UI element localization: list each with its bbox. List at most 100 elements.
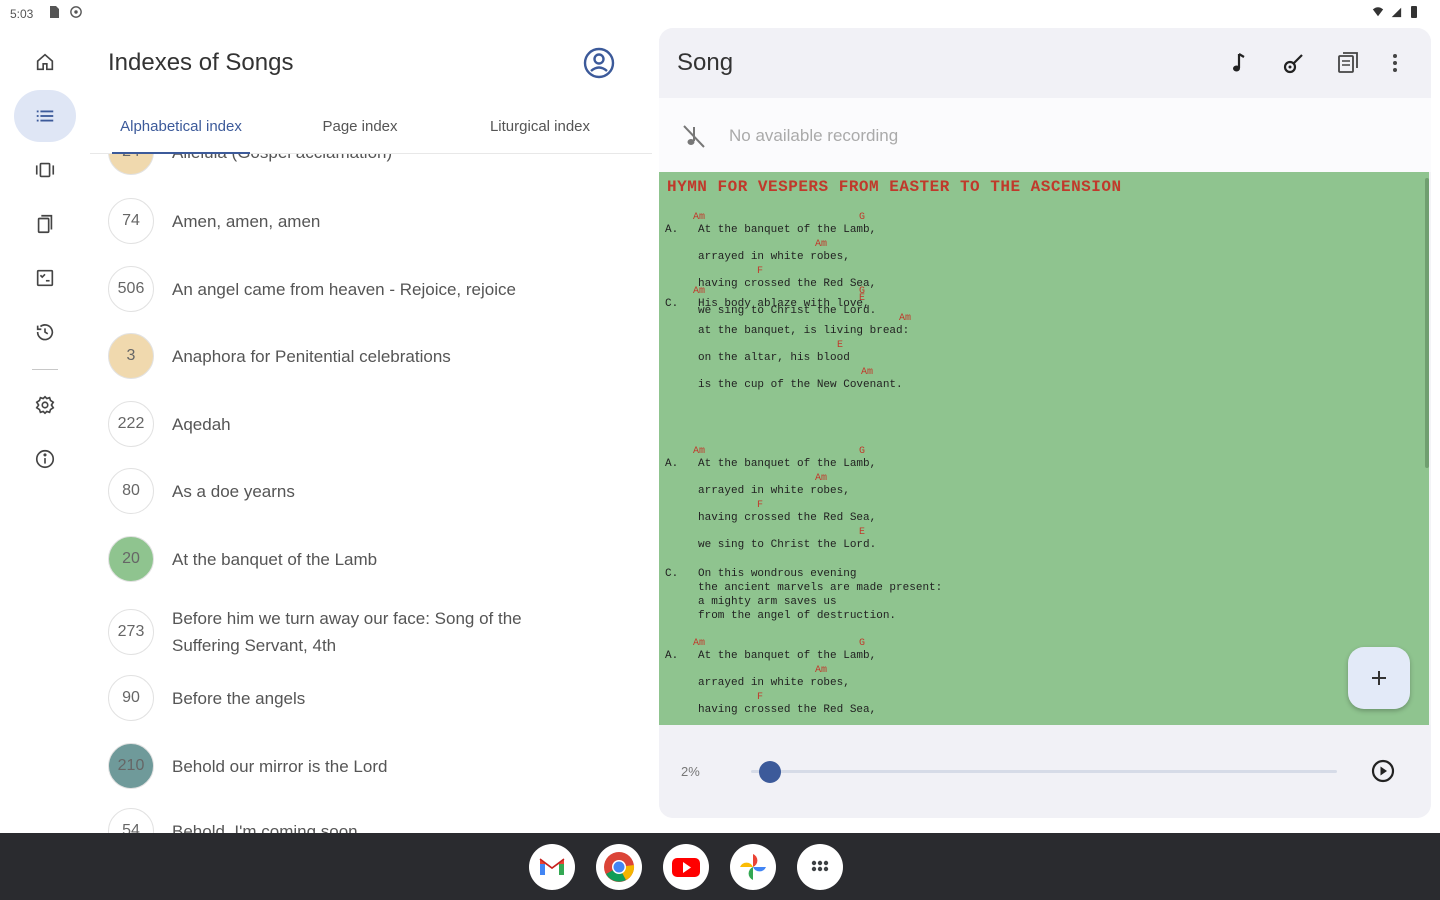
chord-label: Am [815,239,828,250]
music-note-icon[interactable] [1227,50,1253,76]
song-number-badge: 90 [108,675,154,721]
play-circle-icon[interactable] [1370,758,1396,784]
tab-alphabetical-index[interactable]: Alphabetical index [112,118,250,154]
chord-label: E [859,527,866,538]
tablet-icon[interactable] [1335,50,1361,76]
taskbar [0,833,1440,900]
song-pane-title: Song [677,49,734,76]
sheet-scrollbar[interactable] [1425,178,1429,468]
lyric-text: A. At the banquet of the Lamb, [665,224,877,236]
sheet-title: HYMN FOR VESPERS FROM EASTER TO THE ASCE… [667,178,1122,196]
song-number-badge: 506 [108,266,154,312]
lyric-text: from the angel of destruction. [665,610,897,622]
song-number-badge: 54 [108,808,154,833]
recording-bar: No available recording [659,98,1431,172]
list-item[interactable]: 24 Alleluia (Gospel acclamation) [108,154,628,175]
song-sheet[interactable]: HYMN FOR VESPERS FROM EASTER TO THE ASCE… [659,172,1429,725]
list-item[interactable]: 90 Before the angels [108,675,628,721]
chord-label: G [859,446,866,457]
guitar-icon[interactable] [1281,50,1307,76]
list-item[interactable]: 54 Behold, I'm coming soon [108,808,628,833]
song-index-pane: Indexes of Songs Alphabetical index Page… [90,28,652,833]
song-number-badge: 74 [108,198,154,244]
chord-label: Am [693,446,706,457]
song-number-badge: 210 [108,743,154,789]
youtube-app[interactable] [663,844,709,890]
lyric-text: having crossed the Red Sea, [665,704,877,716]
rail-bookmarks[interactable] [14,198,76,250]
lyric-text: at the banquet, is living bread: [665,325,910,337]
song-number-badge: 20 [108,536,154,582]
more-vert-icon[interactable] [1382,50,1408,76]
recording-status: No available recording [729,126,899,145]
page-title: Indexes of Songs [108,49,294,76]
lyric-text: A. At the banquet of the Lamb, [665,458,877,470]
list-item[interactable]: 210 Behold our mirror is the Lord [108,743,628,789]
photos-icon [740,854,766,880]
lyric-text: arrayed in white robes, [665,251,850,263]
tab-page-index[interactable]: Page index [300,118,420,154]
gmail-app[interactable] [529,844,575,890]
scroll-speed-slider[interactable] [751,761,1337,783]
info-icon [35,449,55,469]
list-item[interactable]: 222 Aqedah [108,401,628,447]
carousel-icon [35,162,55,178]
chord-label: F [757,500,764,511]
chrome-app[interactable] [596,844,642,890]
photos-app[interactable] [730,844,776,890]
list-item[interactable]: 80 As a doe yearns [108,468,628,514]
list-item[interactable]: 273 Before him we turn away our face: So… [108,605,628,659]
rail-info[interactable] [14,433,76,485]
rail-home[interactable] [14,36,76,88]
chord-label: Am [693,212,706,223]
chord-label: F [757,266,764,277]
lyric-text: having crossed the Red Sea, [665,512,877,524]
lyric-text: is the cup of the New Covenant. [665,379,903,391]
rail-settings[interactable] [14,379,76,431]
chord-label: Am [693,286,706,297]
gmail-icon [539,858,565,875]
song-title: Before the angels [172,688,306,708]
list-item[interactable]: 74 Amen, amen, amen [108,198,628,244]
lyric-text: arrayed in white robes, [665,677,850,689]
lyric-text: a mighty arm saves us [665,596,837,608]
home-icon [36,53,54,71]
add-button[interactable] [1348,647,1410,709]
checklist-icon [36,269,54,287]
chord-label: G [859,212,866,223]
sim-card-icon [50,6,59,18]
rail-checklist[interactable] [14,252,76,304]
chord-label: Am [815,665,828,676]
list-item[interactable]: 20 At the banquet of the Lamb [108,536,628,582]
settings-icon [35,395,55,415]
song-title: Behold our mirror is the Lord [172,756,388,776]
app-drawer[interactable] [797,844,843,890]
navigation-rail [0,28,90,833]
song-title: At the banquet of the Lamb [172,549,378,569]
battery-icon [1411,6,1417,18]
youtube-icon [672,858,700,877]
chord-label: Am [815,473,828,484]
slider-thumb[interactable] [758,761,781,783]
chord-label: E [837,340,844,351]
song-list[interactable]: 24 Alleluia (Gospel acclamation) 74 Amen… [90,154,652,833]
chord-label: Am [693,638,706,649]
chord-label: G [859,286,866,297]
song-title: An angel came from heaven - Rejoice, rej… [172,279,516,299]
rail-carousel[interactable] [14,144,76,196]
account-icon[interactable] [582,46,616,80]
rail-indexes[interactable] [14,90,76,142]
song-header: Song [659,28,1431,98]
list-item[interactable]: 506 An angel came from heaven - Rejoice,… [108,266,628,312]
rail-history[interactable] [14,306,76,358]
list-item[interactable]: 3 Anaphora for Penitential celebrations [108,333,628,379]
song-pane: Song No available recording HYMN FOR VES… [659,28,1431,818]
song-title: Alleluia (Gospel acclamation) [172,154,392,166]
status-bar: 5:03 [0,0,1440,28]
song-title: Amen, amen, amen [172,211,321,231]
lyric-text: A. At the banquet of the Lamb, [665,650,877,662]
tab-liturgical-index[interactable]: Liturgical index [470,118,610,154]
chord-label: G [859,638,866,649]
song-title: As a doe yearns [172,481,295,501]
chrome-icon [604,852,635,882]
